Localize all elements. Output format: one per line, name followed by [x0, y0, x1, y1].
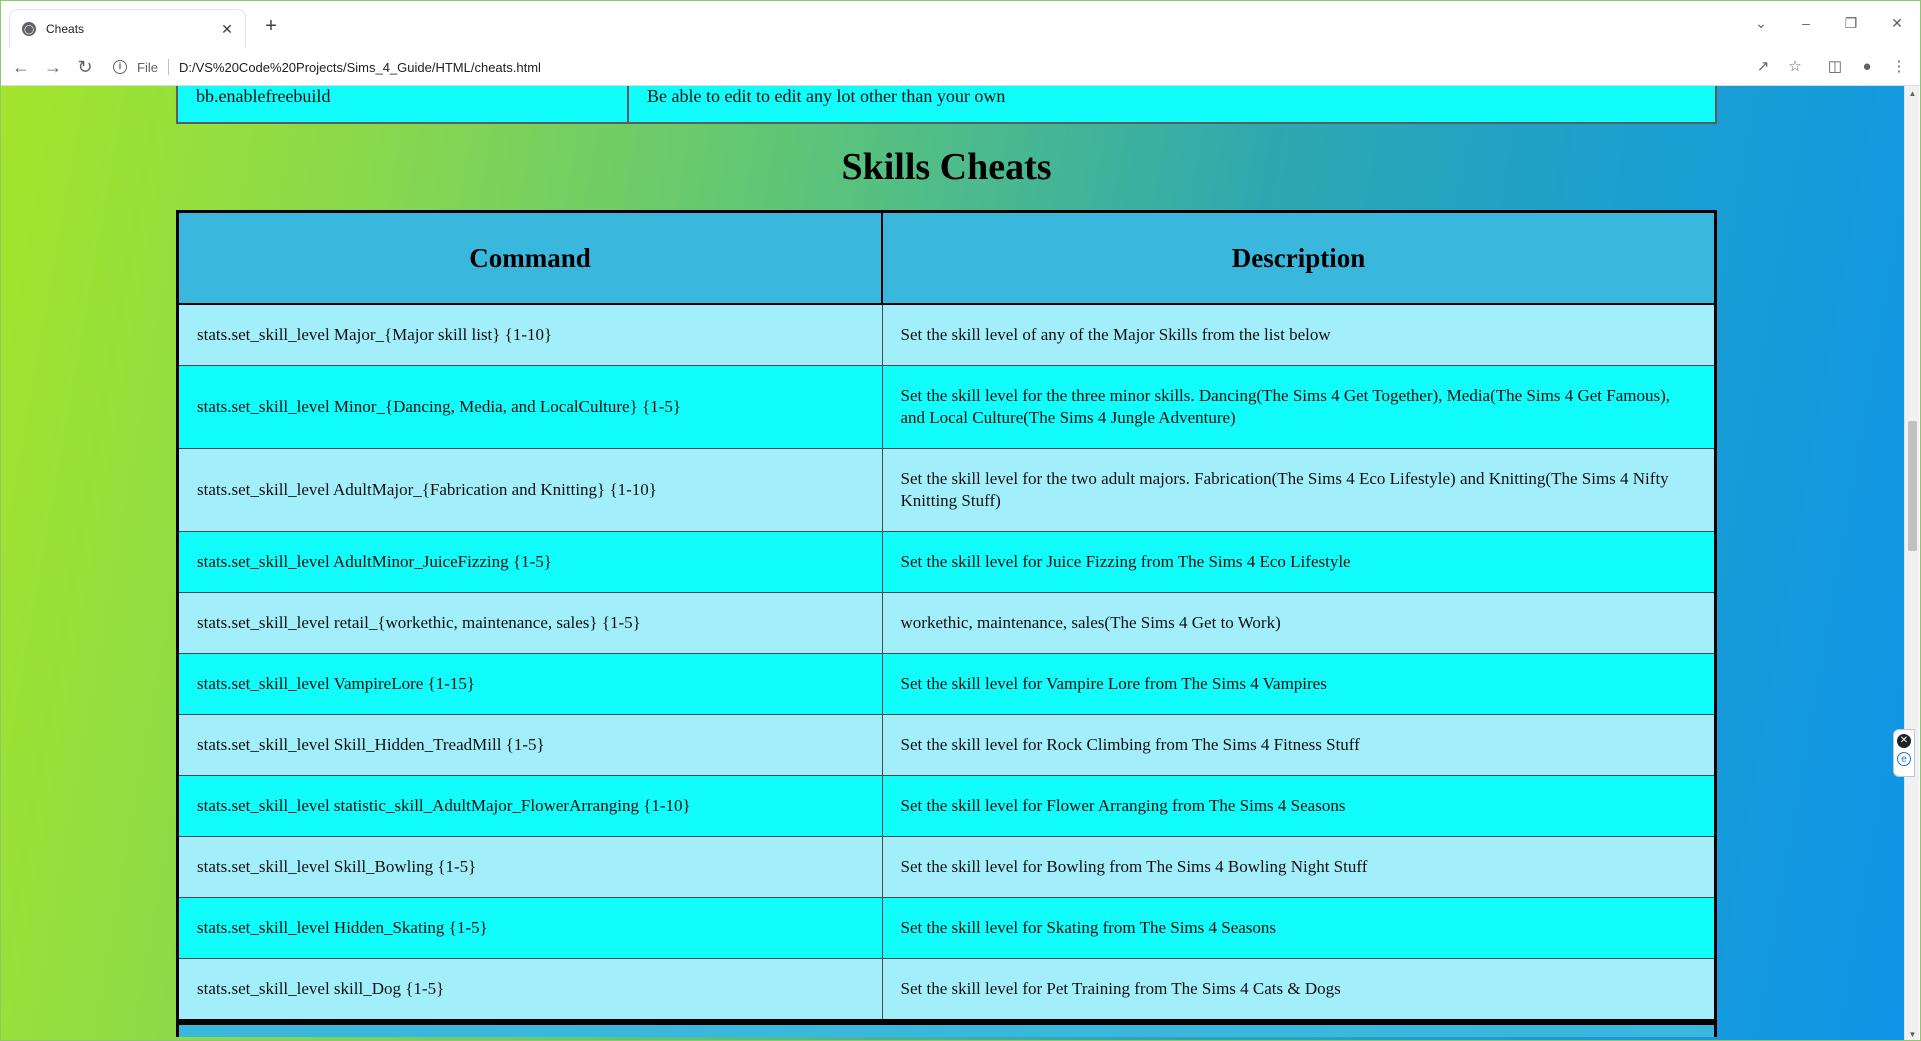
- description-cell: Set the skill level for the three minor …: [881, 365, 1716, 449]
- tab-search-icon[interactable]: ⌄: [1749, 11, 1773, 35]
- command-cell: stats.set_skill_level Skill_Bowling {1-5…: [177, 836, 883, 898]
- column-header-description: Description: [881, 210, 1717, 305]
- browser-window: ◯ Cheats ✕ + ⌄ – ❐ ✕ ← → ↻ i File D:/VS%…: [0, 0, 1921, 1041]
- table-row: stats.set_skill_level AdultMinor_JuiceFi…: [177, 531, 1716, 593]
- browser-toolbar: ← → ↻ i File D:/VS%20Code%20Projects/Sim…: [1, 48, 1920, 86]
- page-content: bb.enablefreebuild Be able to edit to ed…: [176, 86, 1717, 1037]
- command-cell: bb.enablefreebuild: [176, 86, 629, 124]
- tab-strip: ◯ Cheats ✕ + ⌄ – ❐ ✕: [1, 1, 1920, 48]
- build-cheats-table: bb.enablefreebuild Be able to edit to ed…: [176, 86, 1717, 124]
- restore-button[interactable]: ❐: [1839, 11, 1863, 35]
- skills-cheats-table: Command Description stats.set_skill_leve…: [176, 210, 1717, 1022]
- table-row: stats.set_skill_level Skill_Hidden_Tread…: [177, 714, 1716, 776]
- description-cell: Set the skill level for Vampire Lore fro…: [881, 653, 1716, 715]
- table-row: stats.set_skill_level Minor_{Dancing, Me…: [177, 365, 1716, 449]
- command-cell: stats.set_skill_level Minor_{Dancing, Me…: [177, 365, 883, 449]
- description-cell: Set the skill level for Pet Training fro…: [881, 958, 1716, 1021]
- scroll-up-arrow-icon[interactable]: ▲: [1905, 86, 1920, 101]
- tab-title: Cheats: [46, 22, 85, 36]
- command-cell: stats.set_skill_level retail_{workethic,…: [177, 592, 883, 654]
- table-row: stats.set_skill_level statistic_skill_Ad…: [177, 775, 1716, 837]
- column-header-command: Command: [176, 210, 883, 305]
- tab-cheats[interactable]: ◯ Cheats ✕: [9, 9, 246, 48]
- table-row: stats.set_skill_level Hidden_Skating {1-…: [177, 897, 1716, 959]
- forward-arrow-icon[interactable]: →: [41, 55, 65, 79]
- table-row: stats.set_skill_level VampireLore {1-15}…: [177, 653, 1716, 715]
- side-widget: ✕ e: [1893, 729, 1915, 777]
- description-cell: workethic, maintenance, sales(The Sims 4…: [881, 592, 1716, 654]
- new-tab-button[interactable]: +: [260, 15, 282, 37]
- close-icon[interactable]: ✕: [219, 21, 235, 37]
- command-cell: stats.set_skill_level Skill_Hidden_Tread…: [177, 714, 883, 776]
- table-row: stats.set_skill_level skill_Dog {1-5} Se…: [177, 958, 1716, 1021]
- table-header-row: Command Description: [176, 210, 1717, 305]
- widget-close-icon[interactable]: ✕: [1897, 734, 1911, 748]
- kebab-menu-icon[interactable]: ⋮: [1887, 55, 1911, 79]
- table-row: stats.set_skill_level AdultMajor_{Fabric…: [177, 448, 1716, 532]
- next-table-header: [176, 1022, 1717, 1037]
- side-panel-icon[interactable]: ◫: [1823, 55, 1847, 79]
- command-cell: stats.set_skill_level Hidden_Skating {1-…: [177, 897, 883, 959]
- vertical-scrollbar[interactable]: ▲ ▼: [1904, 86, 1920, 1040]
- command-cell: stats.set_skill_level VampireLore {1-15}: [177, 653, 883, 715]
- table-row: stats.set_skill_level Major_{Major skill…: [177, 303, 1716, 366]
- back-arrow-icon[interactable]: ←: [9, 55, 33, 79]
- scroll-down-arrow-icon[interactable]: ▼: [1905, 1027, 1920, 1040]
- page-viewport: bb.enablefreebuild Be able to edit to ed…: [1, 86, 1905, 1040]
- table-row: bb.enablefreebuild Be able to edit to ed…: [176, 86, 1717, 124]
- url-text[interactable]: D:/VS%20Code%20Projects/Sims_4_Guide/HTM…: [179, 60, 541, 75]
- reload-icon[interactable]: ↻: [73, 55, 97, 79]
- star-icon[interactable]: ☆: [1783, 55, 1807, 79]
- info-icon[interactable]: i: [113, 60, 127, 74]
- edge-icon[interactable]: e: [1897, 752, 1911, 766]
- window-close-button[interactable]: ✕: [1885, 11, 1909, 35]
- description-cell: Set the skill level for Juice Fizzing fr…: [881, 531, 1716, 593]
- minimize-button[interactable]: –: [1794, 11, 1818, 35]
- command-cell: stats.set_skill_level AdultMinor_JuiceFi…: [177, 531, 883, 593]
- profile-icon[interactable]: ●: [1855, 55, 1879, 79]
- globe-icon: ◯: [22, 22, 36, 36]
- table-row: stats.set_skill_level retail_{workethic,…: [177, 592, 1716, 654]
- scrollbar-thumb[interactable]: [1908, 421, 1917, 551]
- omnibox-separator: [167, 59, 169, 75]
- command-cell: stats.set_skill_level skill_Dog {1-5}: [177, 958, 883, 1021]
- scheme-label: File: [137, 59, 158, 75]
- table-row: stats.set_skill_level Skill_Bowling {1-5…: [177, 836, 1716, 898]
- description-cell: Be able to edit to edit any lot other th…: [627, 86, 1717, 124]
- description-cell: Set the skill level for Skating from The…: [881, 897, 1716, 959]
- description-cell: Set the skill level of any of the Major …: [881, 303, 1716, 366]
- command-cell: stats.set_skill_level AdultMajor_{Fabric…: [177, 448, 883, 532]
- description-cell: Set the skill level for Flower Arranging…: [881, 775, 1716, 837]
- section-title: Skills Cheats: [841, 146, 1052, 188]
- address-bar[interactable]: i File D:/VS%20Code%20Projects/Sims_4_Gu…: [113, 52, 1785, 82]
- command-cell: stats.set_skill_level Major_{Major skill…: [177, 303, 883, 366]
- share-icon[interactable]: ↗: [1751, 55, 1775, 79]
- description-cell: Set the skill level for Bowling from The…: [881, 836, 1716, 898]
- description-cell: Set the skill level for the two adult ma…: [881, 448, 1716, 532]
- command-cell: stats.set_skill_level statistic_skill_Ad…: [177, 775, 883, 837]
- description-cell: Set the skill level for Rock Climbing fr…: [881, 714, 1716, 776]
